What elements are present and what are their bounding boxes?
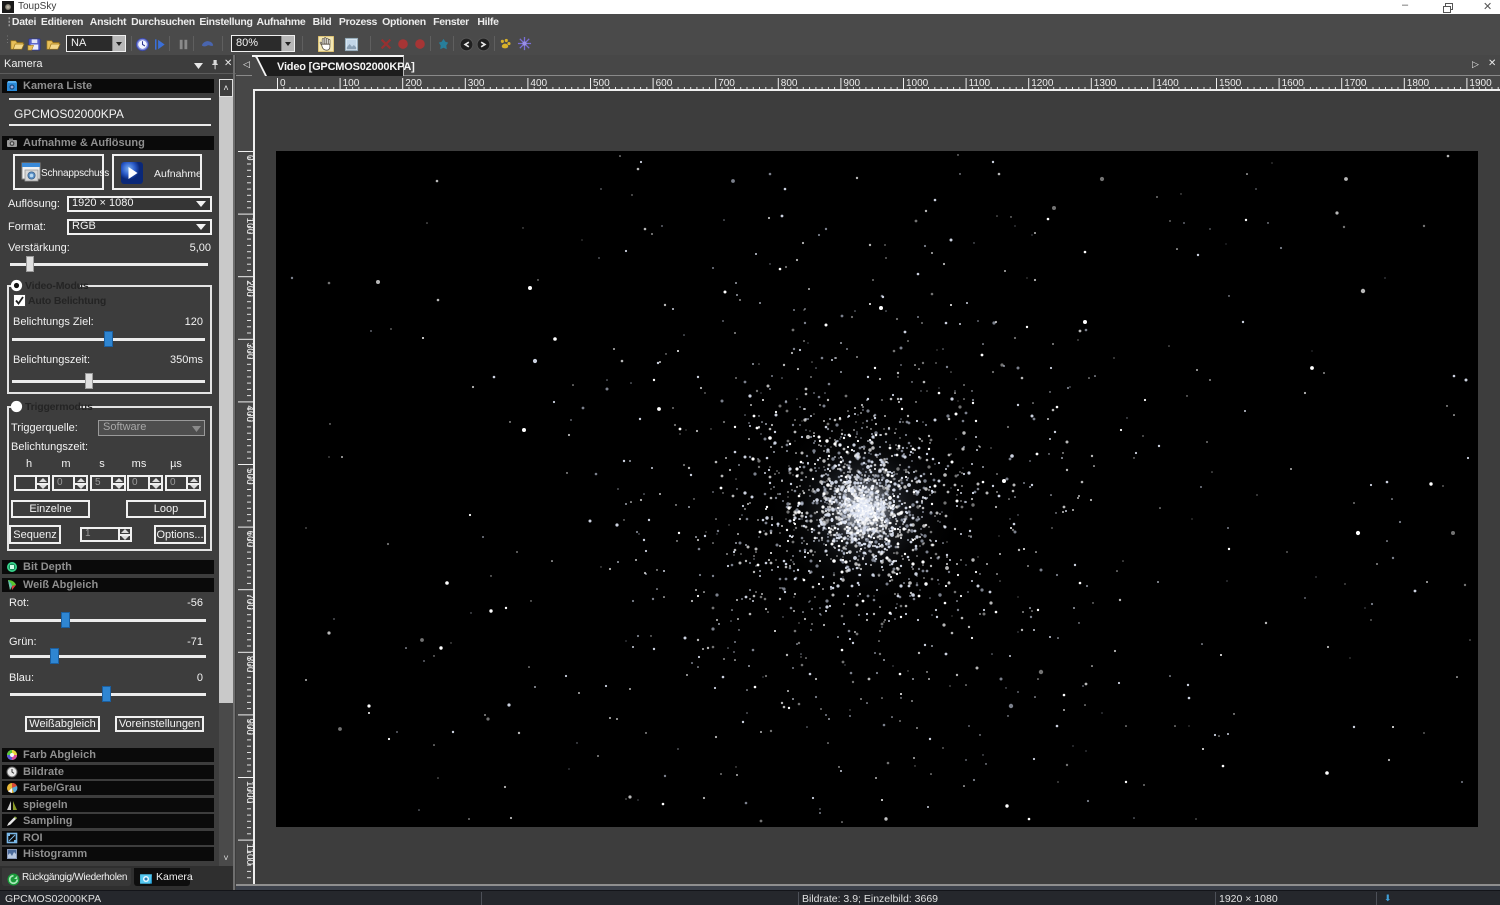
svg-text:300: 300 [468,78,485,89]
svg-text:1100: 1100 [969,78,991,89]
svg-text:600: 600 [656,78,673,89]
svg-text:800: 800 [781,78,798,89]
svg-text:100: 100 [343,78,360,89]
svg-text:900: 900 [843,78,860,89]
svg-text:700: 700 [718,78,735,89]
svg-text:400: 400 [530,78,547,89]
svg-text:500: 500 [593,78,610,89]
svg-text:0: 0 [280,78,286,89]
svg-text:1000: 1000 [244,781,253,804]
svg-text:200: 200 [405,78,422,89]
